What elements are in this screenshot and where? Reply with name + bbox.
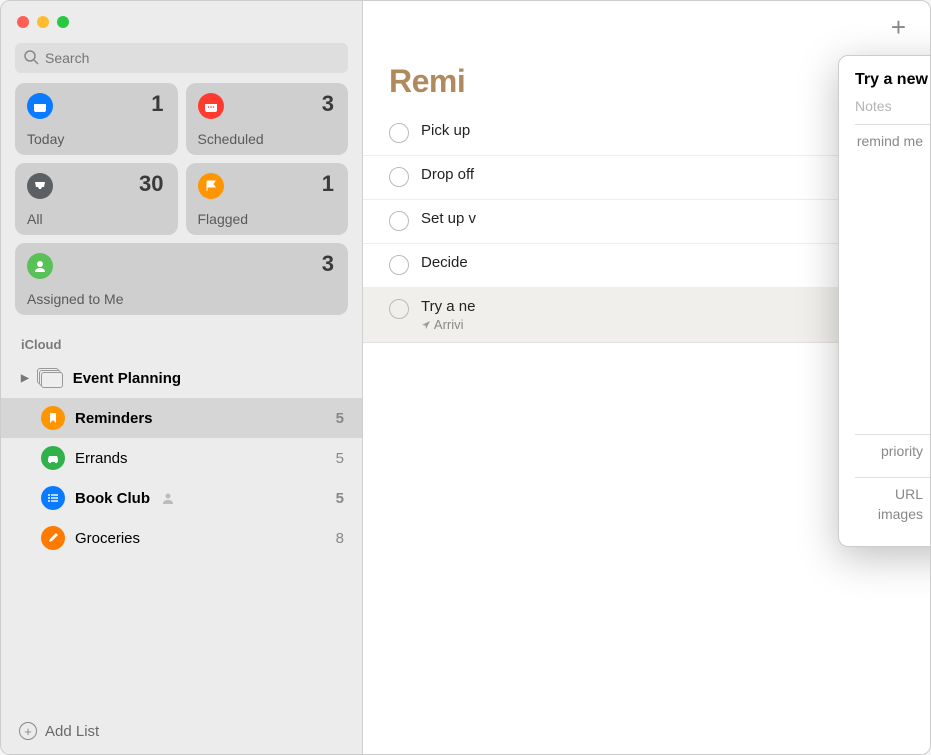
list-count: 8 xyxy=(336,530,344,547)
list-label: Groceries xyxy=(75,530,140,547)
url-label: URL xyxy=(855,486,931,502)
calendar-day-icon xyxy=(27,93,53,119)
sidebar-item-groceries[interactable]: Groceries 8 xyxy=(1,518,362,558)
reminder-details-popover: Try a new coffee Notes remind me On a Da… xyxy=(838,55,931,547)
tray-icon xyxy=(27,173,53,199)
calendar-icon xyxy=(198,93,224,119)
today-label: Today xyxy=(27,131,64,147)
minimize-icon[interactable] xyxy=(37,16,49,28)
sidebar-item-event-planning[interactable]: ▶ Event Planning xyxy=(1,358,362,398)
priority-label: priority xyxy=(855,443,931,459)
add-reminder-button[interactable]: + xyxy=(885,12,912,43)
bookmark-icon xyxy=(41,406,65,430)
complete-checkbox[interactable] xyxy=(389,255,409,275)
all-label: All xyxy=(27,211,43,227)
list-count: 5 xyxy=(336,490,344,507)
reminder-title: Set up v xyxy=(421,210,476,227)
notes-field[interactable]: Notes xyxy=(855,98,931,114)
add-list-button[interactable]: + Add List xyxy=(1,708,362,754)
smart-list-scheduled[interactable]: 3 Scheduled xyxy=(186,83,349,155)
scheduled-label: Scheduled xyxy=(198,131,264,147)
all-count: 30 xyxy=(139,171,163,197)
group-icon xyxy=(37,368,63,388)
list-count: 5 xyxy=(336,410,344,427)
plus-circle-icon: + xyxy=(19,722,37,740)
shared-icon xyxy=(160,490,176,506)
fullscreen-icon[interactable] xyxy=(57,16,69,28)
smart-list-assigned[interactable]: 3 Assigned to Me xyxy=(15,243,348,315)
car-icon xyxy=(41,446,65,470)
account-section-label: iCloud xyxy=(1,315,362,358)
sidebar-item-book-club[interactable]: Book Club 5 xyxy=(1,478,362,518)
location-arrow-icon xyxy=(421,320,431,330)
images-label: images xyxy=(855,506,931,524)
flag-icon xyxy=(198,173,224,199)
list-label: Book Club xyxy=(75,490,150,507)
main-pane: + Remi 5 Pick up Drop off Set up v Decid… xyxy=(363,1,930,754)
list-bullet-icon xyxy=(41,486,65,510)
search-input[interactable] xyxy=(15,43,348,73)
detail-title[interactable]: Try a new coffee xyxy=(855,71,931,89)
reminders-window: 1 Today 3 Scheduled 30 All 1 Flagged 3 xyxy=(0,0,931,755)
complete-checkbox[interactable] xyxy=(389,299,409,319)
reminder-title: Try a ne xyxy=(421,298,475,315)
flagged-label: Flagged xyxy=(198,211,249,227)
list-count: 5 xyxy=(336,450,344,467)
list-label: Event Planning xyxy=(73,370,181,387)
assigned-count: 3 xyxy=(322,251,334,277)
sidebar: 1 Today 3 Scheduled 30 All 1 Flagged 3 xyxy=(1,1,363,754)
flagged-count: 1 xyxy=(322,171,334,197)
person-icon xyxy=(27,253,53,279)
complete-checkbox[interactable] xyxy=(389,211,409,231)
reminder-title: Pick up xyxy=(421,122,470,139)
today-count: 1 xyxy=(151,91,163,117)
smart-list-today[interactable]: 1 Today xyxy=(15,83,178,155)
remind-me-label: remind me xyxy=(855,133,931,416)
pencil-icon xyxy=(41,526,65,550)
sidebar-item-reminders[interactable]: Reminders 5 xyxy=(1,398,362,438)
sidebar-item-errands[interactable]: Errands 5 xyxy=(1,438,362,478)
window-controls xyxy=(1,1,362,43)
smart-list-flagged[interactable]: 1 Flagged xyxy=(186,163,349,235)
list-label: Errands xyxy=(75,450,128,467)
page-title: Remi xyxy=(389,63,465,100)
search-icon xyxy=(23,49,39,65)
scheduled-count: 3 xyxy=(322,91,334,117)
complete-checkbox[interactable] xyxy=(389,167,409,187)
reminder-title: Drop off xyxy=(421,166,474,183)
complete-checkbox[interactable] xyxy=(389,123,409,143)
close-icon[interactable] xyxy=(17,16,29,28)
assigned-label: Assigned to Me xyxy=(27,291,124,307)
reminder-title: Decide xyxy=(421,254,468,271)
reminder-subtitle: Arrivi xyxy=(421,317,475,332)
list-label: Reminders xyxy=(75,410,153,427)
disclosure-triangle-icon[interactable]: ▶ xyxy=(21,373,29,384)
smart-list-all[interactable]: 30 All xyxy=(15,163,178,235)
add-list-label: Add List xyxy=(45,723,99,740)
